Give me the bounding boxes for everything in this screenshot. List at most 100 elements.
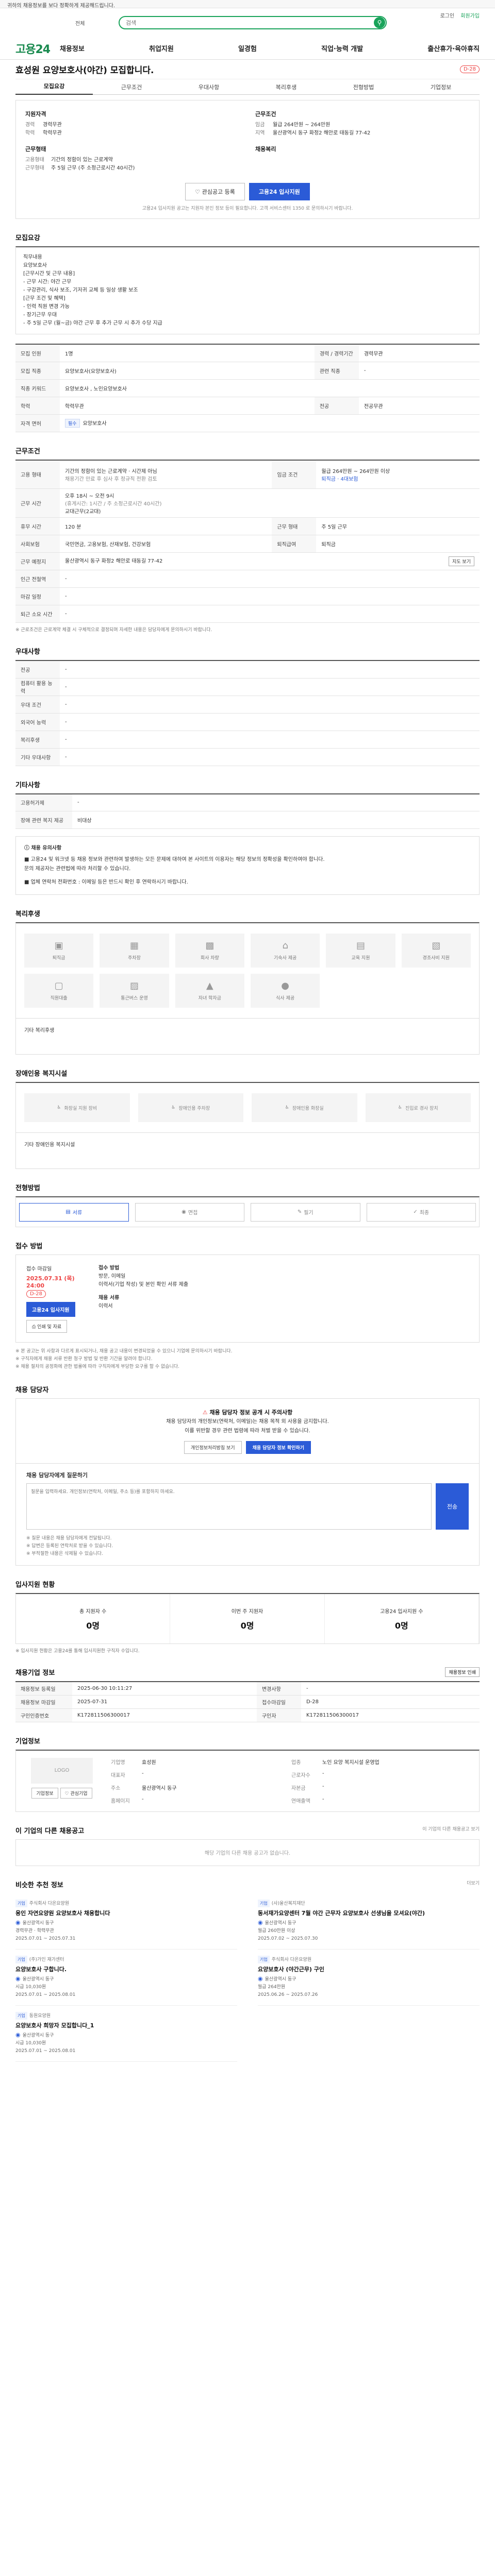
search-icon[interactable]: ⚲: [374, 17, 385, 28]
welfare-grid: ▣ 퇴직금 ▦ 주차장 ▩ 회사 차량 ⌂ 기숙사 제공 ▤ 교육 지원 ▧ 경조사비 지원…: [15, 922, 480, 1019]
jobinfo-print-button[interactable]: 채용정보 인쇄: [445, 1667, 480, 1677]
map-button[interactable]: 지도 보기: [449, 556, 474, 566]
view-contact-button[interactable]: 채용 담당자 정보 확인하기: [245, 1441, 311, 1454]
table-label: 전공: [15, 660, 60, 679]
table-label: 퇴직급여: [272, 535, 317, 553]
search-category[interactable]: 전체: [75, 19, 85, 27]
recruit-line: - 근무 시간: 야간 근무: [23, 279, 72, 285]
table-value: -: [72, 793, 480, 811]
welfare-label: 회사 차량: [200, 956, 219, 961]
apply-period-value: 2025.07.31 (목) 24:00: [26, 1275, 75, 1289]
company-field-label: 홈페이지: [111, 1798, 130, 1804]
search-input[interactable]: [120, 18, 374, 28]
apply-method: 접수 방법 방문, 이메일 이력서(기업 작성) 및 본인 확인 서류 제출 채…: [98, 1264, 469, 1333]
signup-link[interactable]: 회원가입: [460, 11, 480, 19]
notice-line: ■ 업체 연락처 전화번호 : 이메일 등은 반드시 확인 후 연락하시기 바랍…: [24, 879, 188, 885]
table-label: 외국어 능력: [15, 713, 60, 731]
table-label: 인근 전철역: [15, 570, 60, 588]
recruit-body: 직무내용 요양보호사 [근무시간 및 근무 내용] - 근무 시간: 야간 근무…: [15, 246, 480, 334]
same-company-link[interactable]: 이 기업의 다른 채용공고 보기: [422, 1825, 480, 1832]
location-icon: ◉: [258, 1975, 263, 1982]
recommend-more-link[interactable]: 더보기: [467, 1879, 480, 1886]
summary-value: 월급 264만원 ~ 264만원: [273, 122, 331, 128]
rec-meta: 시급 10,030원: [15, 1984, 46, 1990]
company-section-title: 기업정보: [15, 1737, 40, 1745]
list-item[interactable]: 기업 동원요양원 요양보호사 희망자 모집합니다_1 ◉ 울산광역시 동구 시급 1…: [15, 2006, 237, 2062]
nav-item-employment-support[interactable]: 취업지원: [149, 43, 174, 53]
summary-label: 임금: [255, 122, 265, 128]
print-label: 인쇄 및 자료: [37, 1325, 62, 1330]
tab-work[interactable]: 근무조건: [93, 83, 170, 91]
nav-item-work-experience[interactable]: 일경험: [238, 43, 257, 53]
job-header: 효성원 요양보호사(야간) 모집합니다. D-28: [15, 60, 480, 79]
wage-value: 월급 264만원 ~ 264만원 이상: [321, 468, 390, 474]
welfare-label: 식사 제공: [276, 996, 295, 1001]
inquiry-textarea[interactable]: [26, 1483, 432, 1530]
process-step-label: 필기: [304, 1210, 314, 1216]
stat-item: 고용24 입사지원 수 0명: [325, 1594, 479, 1643]
notice-line: ■ 고용24 및 워크넷 등 채용 정보와 관련하여 발생하는 모든 문제에 대…: [24, 857, 325, 862]
table-row: 자격 면허 필수 요양보호사: [15, 414, 480, 432]
rec-title[interactable]: 용인 자연요양원 요양보호사 채용합니다: [15, 1909, 237, 1917]
print-button[interactable]: ⎙ 인쇄 및 자료: [26, 1320, 68, 1333]
process-step: ◉ 면접: [135, 1202, 244, 1222]
table-value: 울산광역시 동구 화정2 해안로 태동길 77-42 지도 보기: [60, 552, 480, 570]
table-value: 2025-06-30 10:11:27: [72, 1682, 257, 1696]
privacy-button[interactable]: 개인정보처리방침 보기: [184, 1441, 242, 1454]
list-item[interactable]: 기업 주식회사 다온요양원 요양보호사 (야간근무) 구인 ◉ 울산광역시 동구 월…: [258, 1950, 480, 2006]
gift-icon: ▧: [432, 940, 441, 951]
parking-icon: ♿: [171, 1105, 176, 1110]
table-row: 마감 일정 -: [15, 587, 480, 605]
login-link[interactable]: 로그인: [440, 11, 455, 19]
employ-sub: 채용기간 만료 후 심사 후 정규직 전환 검토: [65, 476, 157, 482]
summary-qual-title: 지원자격: [25, 111, 46, 117]
table-value: -: [60, 605, 480, 623]
tab-company[interactable]: 기업정보: [402, 83, 480, 91]
rec-meta: 월급 260만원 이상: [258, 1928, 295, 1934]
apply-now-button[interactable]: 고용24 입사지원: [26, 1302, 75, 1317]
work-address: 울산광역시 동구 화정2 해안로 태동길 77-42: [65, 558, 163, 564]
tab-process[interactable]: 전형방법: [325, 83, 402, 91]
table-label: 자격 면허: [15, 414, 60, 432]
summary-note: 고용24 입사지원 공고는 지원자 본인 정보 등이 필요합니다. 고객 서비스…: [142, 206, 353, 211]
table-label: 사회보험: [15, 535, 60, 553]
toilet-icon: ♿: [285, 1105, 289, 1110]
list-item[interactable]: 기업 (사)울산복지재단 동서재가요양센터 7월 야간 근무자 요양보호사 선생님…: [258, 1893, 480, 1950]
table-label: 구인인증번호: [15, 1708, 72, 1722]
company-info-button[interactable]: 기업정보: [31, 1787, 58, 1799]
rec-title[interactable]: 요양보호사 구합니다.: [15, 1965, 237, 1973]
inquiry-send-button[interactable]: 전송: [436, 1483, 469, 1530]
disability-label: 장애인용 주차장: [178, 1106, 210, 1111]
nav-item-jobs[interactable]: 채용정보: [60, 43, 85, 53]
rec-title[interactable]: 요양보호사 희망자 모집합니다_1: [15, 2022, 237, 2029]
favorite-company-button[interactable]: ♡ 관심기업: [60, 1787, 92, 1799]
list-item[interactable]: 기업 주식회사 다온요양원 용인 자연요양원 요양보호사 채용합니다 ◉ 울산광역시…: [15, 1893, 237, 1950]
process-step-label: 서류: [72, 1210, 82, 1216]
tab-recruit[interactable]: 모집요강: [15, 79, 93, 95]
welfare-item: ⌂ 기숙사 제공: [250, 934, 320, 968]
check-icon: ✓: [413, 1209, 418, 1215]
detail-tabs: 모집요강 근무조건 우대사항 복리후생 전형방법 기업정보: [15, 79, 480, 95]
nav-item-leave[interactable]: 출산휴가·육아휴직: [427, 43, 480, 53]
rec-title[interactable]: 요양보호사 (야간근무) 구인: [258, 1965, 480, 1973]
rec-meta: 경력무관 · 학력무관: [15, 1928, 54, 1934]
nav-item-training[interactable]: 직업·능력 개발: [321, 43, 363, 53]
rec-title[interactable]: 동서재가요양센터 7월 야간 근무자 요양보호사 선생님을 모셔요(야간): [258, 1909, 480, 1917]
table-row: 외국어 능력 -: [15, 713, 480, 731]
list-item[interactable]: 기업 (주)가인 재가센터 요양보호사 구합니다. ◉ 울산광역시 동구 시급 10…: [15, 1950, 237, 2006]
ramp-icon: ♿: [398, 1105, 402, 1110]
table-label: 경력 / 경력기간: [314, 344, 359, 362]
rec-location: 울산광역시 동구: [22, 1976, 54, 1982]
save-job-button[interactable]: ♡ 관심공고 등록: [185, 183, 245, 200]
summary-label: 경력: [25, 122, 35, 128]
welfare-item: ● 식사 제공: [250, 974, 320, 1008]
location-icon: ◉: [258, 1919, 263, 1926]
apply-button[interactable]: 고용24 입사지원: [249, 183, 310, 200]
site-logo[interactable]: 고용24: [15, 40, 60, 57]
table-label: 복리후생: [15, 731, 60, 749]
table-value: -: [60, 678, 480, 696]
tab-prefer[interactable]: 우대사항: [170, 83, 248, 91]
table-label: 컴퓨터 활용 능력: [15, 678, 60, 696]
tab-welfare[interactable]: 복리후생: [248, 83, 325, 91]
table-row: 기타 우대사항 -: [15, 748, 480, 766]
